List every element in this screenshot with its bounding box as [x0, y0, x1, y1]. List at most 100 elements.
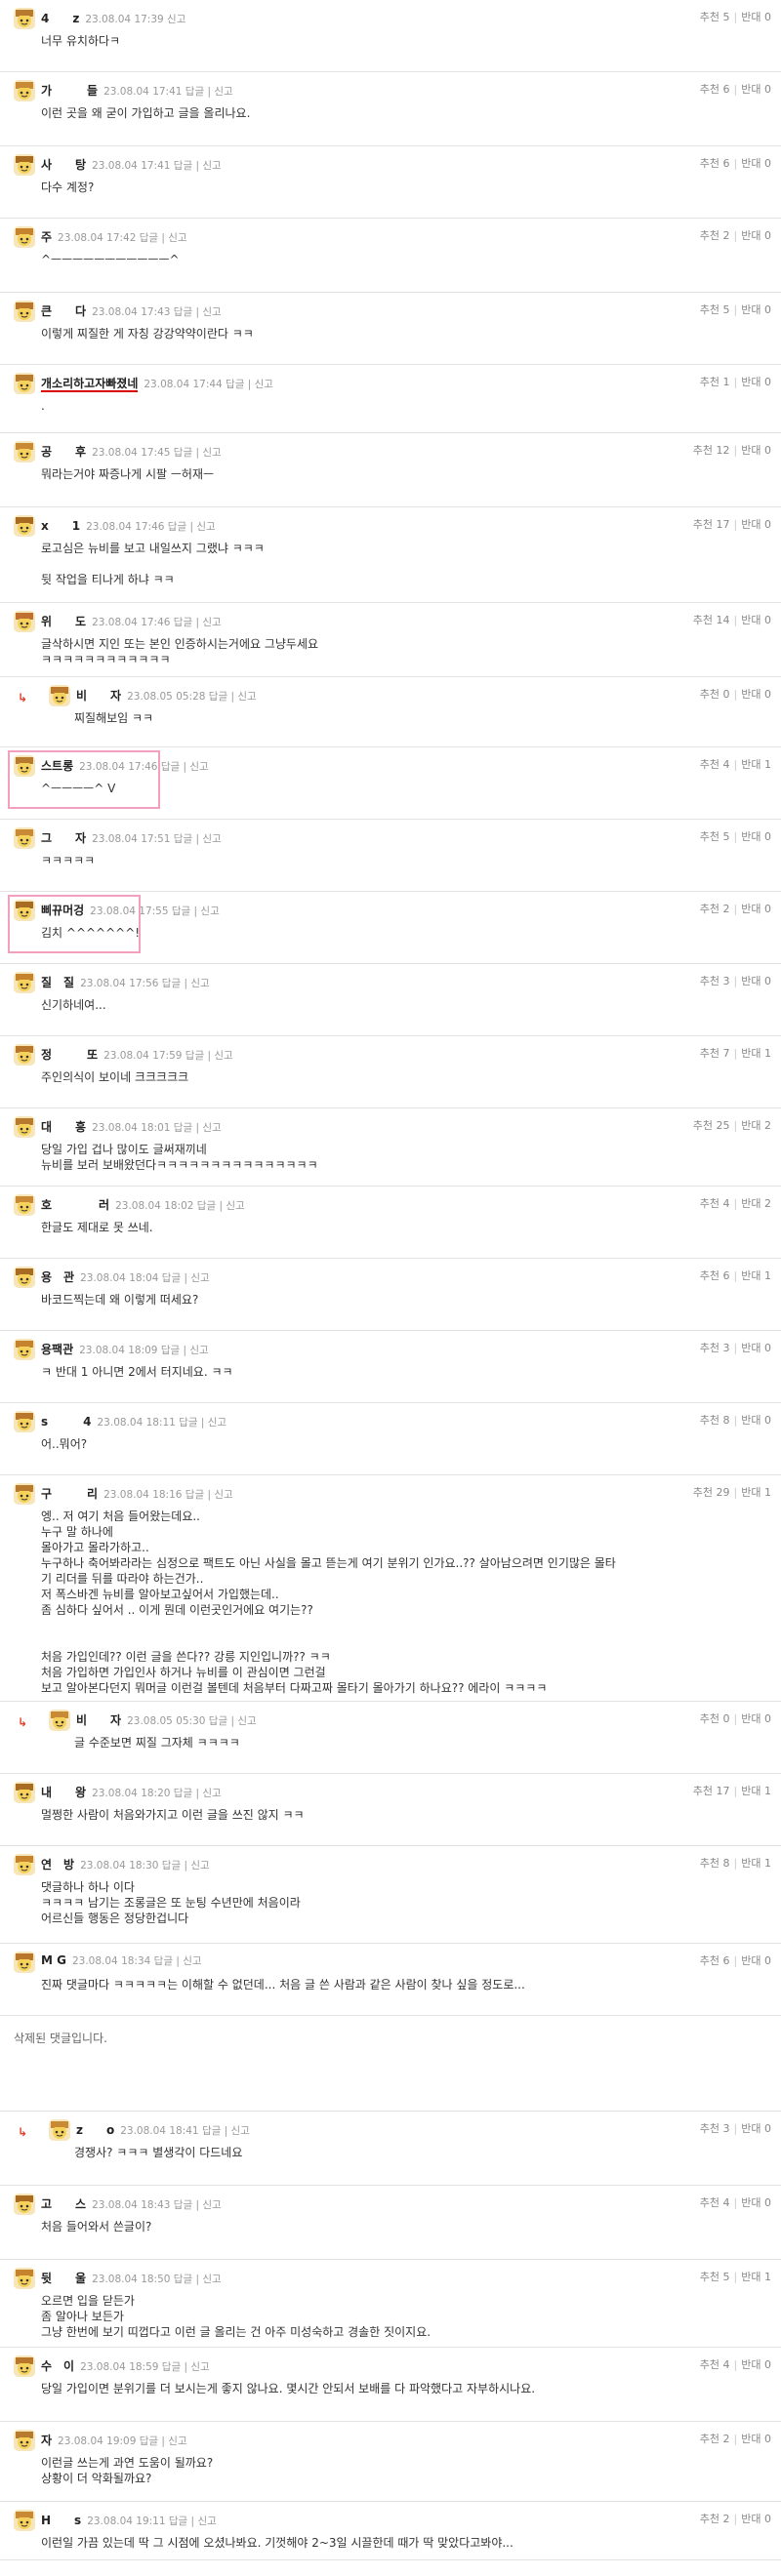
oppose-button[interactable]: 반대 1: [741, 1269, 771, 1282]
recommend-button[interactable]: 추천 8: [700, 1414, 730, 1427]
recommend-button[interactable]: 추천 4: [700, 758, 730, 771]
report-link[interactable]: 신고: [202, 306, 221, 318]
oppose-button[interactable]: 반대 1: [741, 2271, 771, 2283]
avatar[interactable]: [14, 373, 35, 394]
oppose-button[interactable]: 반대 0: [741, 2196, 771, 2209]
reply-link[interactable]: 답글: [174, 306, 192, 318]
report-link[interactable]: 신고: [190, 978, 209, 989]
reply-link[interactable]: 답글: [185, 86, 204, 98]
author-nickname[interactable]: 큰 다: [41, 304, 86, 318]
avatar[interactable]: [14, 1854, 35, 1875]
report-link[interactable]: 신고: [214, 86, 232, 98]
oppose-button[interactable]: 반대 2: [741, 1119, 771, 1132]
report-link[interactable]: 신고: [189, 1345, 208, 1356]
reply-link[interactable]: 답글: [185, 1489, 204, 1501]
report-link[interactable]: 신고: [237, 691, 256, 703]
recommend-button[interactable]: 추천 2: [700, 903, 730, 915]
oppose-button[interactable]: 반대 0: [741, 903, 771, 915]
author-nickname[interactable]: 가 들: [41, 84, 98, 98]
reply-link[interactable]: 답글: [174, 833, 192, 845]
report-link[interactable]: 신고: [200, 906, 219, 917]
recommend-button[interactable]: 추천 5: [700, 2271, 730, 2283]
avatar[interactable]: [14, 441, 35, 463]
avatar[interactable]: [14, 611, 35, 632]
author-nickname[interactable]: 주: [41, 230, 52, 244]
reply-link[interactable]: 답글: [209, 1715, 227, 1727]
oppose-button[interactable]: 반대 0: [741, 303, 771, 316]
author-nickname[interactable]: 연 방: [41, 1858, 74, 1872]
avatar[interactable]: [14, 1194, 35, 1216]
author-nickname[interactable]: 질 질: [41, 976, 74, 989]
oppose-button[interactable]: 반대 1: [741, 1486, 771, 1499]
reply-link[interactable]: 답글: [174, 160, 192, 172]
recommend-button[interactable]: 추천 2: [700, 229, 730, 242]
report-link[interactable]: 신고: [183, 1955, 201, 1967]
author-nickname[interactable]: 개소리하고자빠졌네: [41, 377, 139, 392]
reply-link[interactable]: 답글: [172, 906, 190, 917]
report-link[interactable]: 신고: [197, 2516, 216, 2527]
reply-link[interactable]: 답글: [140, 2435, 158, 2447]
recommend-button[interactable]: 추천 4: [700, 2196, 730, 2209]
reply-link[interactable]: 답글: [174, 1788, 192, 1799]
recommend-button[interactable]: 추천 6: [700, 1954, 730, 1967]
oppose-button[interactable]: 반대 0: [741, 2122, 771, 2135]
recommend-button[interactable]: 추천 14: [693, 614, 730, 626]
avatar[interactable]: [14, 1411, 35, 1432]
report-link[interactable]: 신고: [230, 2125, 249, 2137]
reply-link[interactable]: 답글: [226, 379, 244, 390]
recommend-button[interactable]: 추천 4: [700, 1197, 730, 1210]
author-nickname[interactable]: 용 관: [41, 1270, 74, 1284]
recommend-button[interactable]: 추천 17: [693, 518, 730, 531]
oppose-button[interactable]: 반대 0: [741, 1954, 771, 1967]
recommend-button[interactable]: 추천 3: [700, 975, 730, 987]
author-nickname[interactable]: 그 자: [41, 831, 86, 845]
author-nickname[interactable]: 수 이: [41, 2359, 74, 2373]
avatar[interactable]: [14, 301, 35, 322]
report-link[interactable]: 신고: [202, 617, 221, 628]
reply-link[interactable]: 답글: [197, 1200, 216, 1212]
report-link[interactable]: 신고: [167, 14, 185, 25]
oppose-button[interactable]: 반대 0: [741, 229, 771, 242]
oppose-button[interactable]: 반대 0: [741, 614, 771, 626]
avatar[interactable]: [14, 8, 35, 29]
avatar[interactable]: [14, 1116, 35, 1138]
avatar[interactable]: [14, 80, 35, 101]
oppose-button[interactable]: 반대 0: [741, 444, 771, 457]
author-nickname[interactable]: x 1: [41, 519, 80, 533]
avatar[interactable]: [14, 2510, 35, 2531]
avatar[interactable]: [14, 1483, 35, 1505]
recommend-button[interactable]: 추천 5: [700, 830, 730, 843]
report-link[interactable]: 신고: [202, 447, 221, 459]
oppose-button[interactable]: 반대 0: [741, 11, 771, 23]
recommend-button[interactable]: 추천 2: [700, 2433, 730, 2445]
avatar[interactable]: [49, 685, 70, 706]
reply-link[interactable]: 답글: [202, 2125, 221, 2137]
reply-link[interactable]: 답글: [162, 1272, 181, 1284]
author-nickname[interactable]: 용팩관: [41, 1343, 73, 1356]
author-nickname[interactable]: M G: [41, 1953, 66, 1967]
report-link[interactable]: 신고: [168, 2435, 186, 2447]
report-link[interactable]: 신고: [202, 160, 221, 172]
reply-link[interactable]: 답글: [174, 2274, 192, 2285]
oppose-button[interactable]: 반대 0: [741, 1712, 771, 1725]
avatar[interactable]: [14, 1044, 35, 1066]
avatar[interactable]: [14, 1952, 35, 1973]
recommend-button[interactable]: 추천 25: [693, 1119, 730, 1132]
reply-link[interactable]: 답글: [174, 1122, 192, 1134]
author-nickname[interactable]: 정 또: [41, 1048, 98, 1062]
recommend-button[interactable]: 추천 12: [693, 444, 730, 457]
report-link[interactable]: 신고: [208, 1417, 226, 1429]
recommend-button[interactable]: 추천 3: [700, 1342, 730, 1354]
report-link[interactable]: 신고: [202, 2199, 221, 2211]
author-nickname[interactable]: 사 탕: [41, 158, 86, 172]
report-link[interactable]: 신고: [255, 379, 273, 390]
reply-link[interactable]: 답글: [185, 1050, 204, 1062]
author-nickname[interactable]: 공 후: [41, 445, 86, 459]
oppose-button[interactable]: 반대 0: [741, 2513, 771, 2525]
recommend-button[interactable]: 추천 7: [700, 1047, 730, 1060]
avatar[interactable]: [14, 515, 35, 537]
recommend-button[interactable]: 추천 5: [700, 11, 730, 23]
report-link[interactable]: 신고: [226, 1200, 244, 1212]
oppose-button[interactable]: 반대 0: [741, 83, 771, 96]
recommend-button[interactable]: 추천 2: [700, 2513, 730, 2525]
